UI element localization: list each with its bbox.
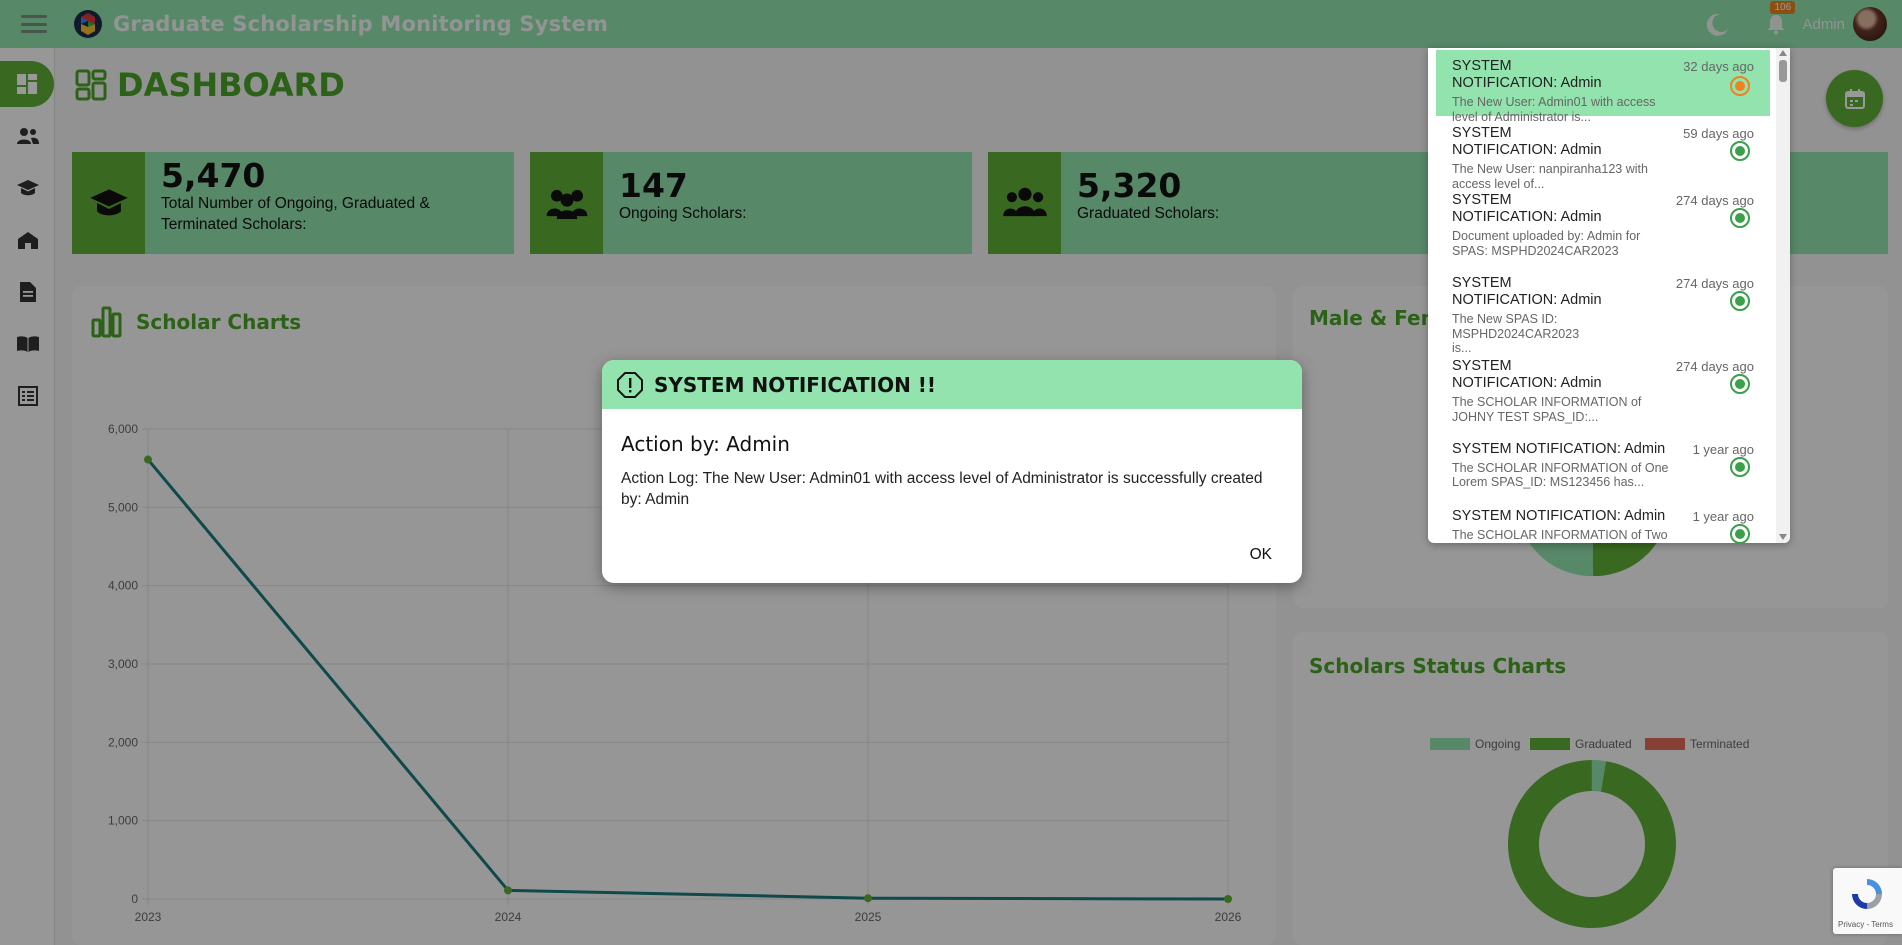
ok-button[interactable]: OK <box>1250 546 1272 564</box>
notification-title: SYSTEM NOTIFICATION: Admin <box>1452 508 1666 524</box>
notification-time: 274 days ago <box>1675 193 1754 208</box>
notification-title: SYSTEM NOTIFICATION: Admin <box>1452 125 1602 159</box>
read-indicator-icon <box>1730 374 1750 394</box>
scroll-down-icon[interactable] <box>1779 534 1787 540</box>
notification-item[interactable]: SYSTEM NOTIFICATION: Admin 274 days ago … <box>1436 350 1770 432</box>
notification-time: 274 days ago <box>1675 276 1754 291</box>
read-indicator-icon <box>1730 291 1750 311</box>
recaptcha-links[interactable]: Privacy - Terms <box>1838 920 1893 929</box>
alert-icon <box>617 371 643 398</box>
notification-time: 1 year ago <box>1692 509 1754 524</box>
notification-time: 59 days ago <box>1683 126 1754 141</box>
notification-text: The SCHOLAR INFORMATION of One Lorem SPA… <box>1452 461 1669 490</box>
notification-title: SYSTEM NOTIFICATION: Admin <box>1452 192 1602 226</box>
modal-header: SYSTEM NOTIFICATION !! <box>602 360 1302 409</box>
notification-text: The New SPAS ID: MSPHD2024CAR2023 is... <box>1452 312 1580 355</box>
notification-text: The SCHOLAR INFORMATION of JOHNY TEST SP… <box>1452 395 1642 424</box>
notification-time: 32 days ago <box>1683 59 1754 74</box>
system-notification-modal: SYSTEM NOTIFICATION !! Action by: Admin … <box>602 360 1302 583</box>
scroll-up-icon[interactable] <box>1779 50 1787 56</box>
notification-item[interactable]: SYSTEM NOTIFICATION: Admin 274 days ago … <box>1436 184 1770 266</box>
read-indicator-icon <box>1730 524 1750 543</box>
notification-text: Document uploaded by: Admin for SPAS: MS… <box>1452 229 1641 258</box>
notification-item[interactable]: SYSTEM NOTIFICATION: Admin 32 days ago T… <box>1436 50 1770 124</box>
scrollbar-thumb[interactable] <box>1779 60 1787 82</box>
read-indicator-icon <box>1730 141 1750 161</box>
modal-action-log: Action Log: The New User: Admin01 with a… <box>621 470 1263 508</box>
unread-indicator-icon <box>1730 76 1750 96</box>
read-indicator-icon <box>1730 457 1750 477</box>
notification-text: The SCHOLAR INFORMATION of Two <box>1452 528 1668 543</box>
notification-time: 1 year ago <box>1692 442 1754 457</box>
modal-title: SYSTEM NOTIFICATION !! <box>654 372 937 397</box>
notification-scrollbar[interactable] <box>1776 48 1790 543</box>
notification-item[interactable]: SYSTEM NOTIFICATION: Admin 59 days ago T… <box>1436 117 1770 191</box>
notification-title: SYSTEM NOTIFICATION: Admin <box>1452 358 1602 392</box>
notification-item[interactable]: SYSTEM NOTIFICATION: Admin 1 year ago Th… <box>1436 500 1770 543</box>
recaptcha-badge[interactable]: Privacy - Terms <box>1833 868 1902 934</box>
notification-time: 274 days ago <box>1675 359 1754 374</box>
notification-title: SYSTEM NOTIFICATION: Admin <box>1452 441 1666 457</box>
notification-title: SYSTEM NOTIFICATION: Admin <box>1452 58 1602 92</box>
read-indicator-icon <box>1730 208 1750 228</box>
notification-item[interactable]: SYSTEM NOTIFICATION: Admin 1 year ago Th… <box>1436 433 1770 499</box>
modal-action-by: Action by: Admin <box>621 432 790 456</box>
notification-item[interactable]: SYSTEM NOTIFICATION: Admin 274 days ago … <box>1436 267 1770 355</box>
notification-title: SYSTEM NOTIFICATION: Admin <box>1452 275 1602 309</box>
notification-dropdown: SYSTEM NOTIFICATION: Admin 32 days ago T… <box>1428 48 1790 543</box>
recaptcha-icon <box>1852 879 1882 909</box>
